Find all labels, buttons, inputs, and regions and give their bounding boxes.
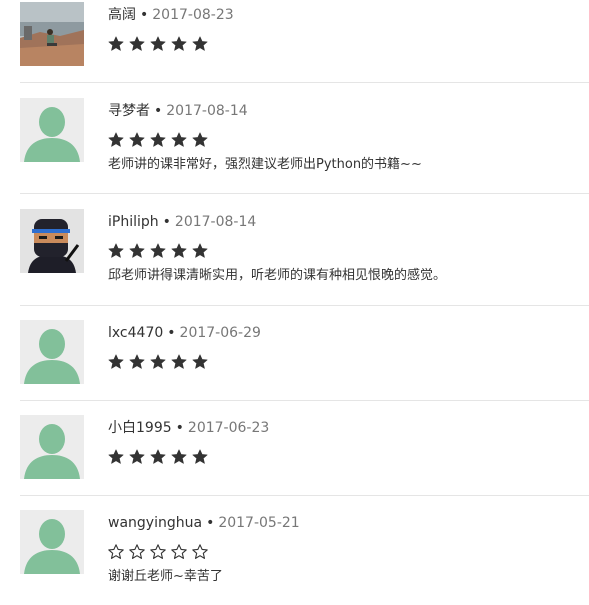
review-date: 2017-08-23 <box>152 7 234 23</box>
star-outline-icon <box>171 544 187 559</box>
star-filled-icon <box>171 354 187 369</box>
meta-separator: • <box>167 325 176 341</box>
star-filled-icon <box>129 132 145 147</box>
star-filled-icon <box>150 132 166 147</box>
star-filled-icon <box>192 243 208 258</box>
star-filled-icon <box>171 243 187 258</box>
star-filled-icon <box>192 449 208 464</box>
star-outline-icon <box>129 544 145 559</box>
user-avatar[interactable] <box>20 320 84 384</box>
landscape-photo-avatar-icon <box>20 2 84 66</box>
divider <box>20 193 589 194</box>
star-filled-icon <box>108 449 124 464</box>
meta-separator: • <box>154 103 163 119</box>
divider <box>20 305 589 306</box>
star-rating <box>108 243 208 259</box>
review-author[interactable]: 高阔 <box>108 7 136 23</box>
divider <box>20 495 589 496</box>
meta-separator: • <box>175 420 184 436</box>
review-date: 2017-06-23 <box>187 420 270 436</box>
star-filled-icon <box>108 132 124 147</box>
star-filled-icon <box>171 132 187 147</box>
star-filled-icon <box>192 132 208 147</box>
star-rating <box>108 544 208 560</box>
review-meta: 寻梦者 • 2017-08-14 <box>108 101 248 121</box>
divider <box>20 400 589 401</box>
default-user-avatar-icon <box>20 98 84 162</box>
review-comment: 邱老师讲得课清晰实用，听老师的课有种相见恨晚的感觉。 <box>108 268 447 283</box>
star-outline-icon <box>108 544 124 559</box>
star-filled-icon <box>129 354 145 369</box>
user-avatar[interactable] <box>20 510 84 574</box>
star-filled-icon <box>150 36 166 51</box>
star-filled-icon <box>150 243 166 258</box>
star-outline-icon <box>150 544 166 559</box>
review-author[interactable]: iPhiliph <box>108 214 159 230</box>
user-avatar[interactable] <box>20 209 84 273</box>
default-user-avatar-icon <box>20 510 84 574</box>
review-author[interactable]: 小白1995 <box>108 420 172 436</box>
default-user-avatar-icon <box>20 415 84 479</box>
star-filled-icon <box>108 354 124 369</box>
star-filled-icon <box>129 449 145 464</box>
star-outline-icon <box>192 544 208 559</box>
review-comment: 老师讲的课非常好，强烈建议老师出Python的书籍~~ <box>108 157 422 172</box>
star-filled-icon <box>150 354 166 369</box>
meta-separator: • <box>140 7 149 23</box>
review-comment: 谢谢丘老师~幸苦了 <box>108 569 223 584</box>
review-date: 2017-06-29 <box>179 325 261 341</box>
star-filled-icon <box>129 36 145 51</box>
star-filled-icon <box>171 449 187 464</box>
review-date: 2017-08-14 <box>174 214 257 230</box>
review-meta: 高阔 • 2017-08-23 <box>108 5 234 25</box>
default-user-avatar-icon <box>20 320 84 384</box>
user-avatar[interactable] <box>20 415 84 479</box>
meta-separator: • <box>162 214 171 230</box>
star-rating <box>108 449 208 465</box>
user-avatar[interactable] <box>20 2 84 66</box>
star-filled-icon <box>108 36 124 51</box>
star-rating <box>108 36 208 52</box>
review-meta: lxc4470 • 2017-06-29 <box>108 323 261 343</box>
star-rating <box>108 132 208 148</box>
star-filled-icon <box>192 36 208 51</box>
divider <box>20 82 589 83</box>
review-meta: wangyinghua • 2017-05-21 <box>108 513 300 533</box>
review-meta: iPhiliph • 2017-08-14 <box>108 212 256 232</box>
ninja-avatar-icon <box>20 209 84 273</box>
review-date: 2017-08-14 <box>166 103 248 119</box>
meta-separator: • <box>206 515 215 531</box>
user-avatar[interactable] <box>20 98 84 162</box>
review-meta: 小白1995 • 2017-06-23 <box>108 418 269 438</box>
star-filled-icon <box>192 354 208 369</box>
star-filled-icon <box>129 243 145 258</box>
review-author[interactable]: lxc4470 <box>108 325 163 341</box>
star-rating <box>108 354 208 370</box>
review-author[interactable]: 寻梦者 <box>108 103 150 119</box>
star-filled-icon <box>150 449 166 464</box>
star-filled-icon <box>171 36 187 51</box>
star-filled-icon <box>108 243 124 258</box>
review-date: 2017-05-21 <box>218 515 300 531</box>
review-author[interactable]: wangyinghua <box>108 515 202 531</box>
